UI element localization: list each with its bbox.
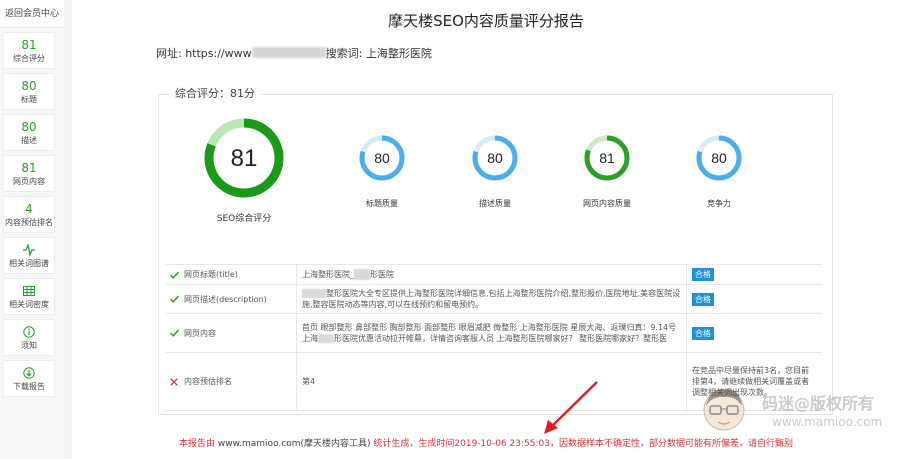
sidebar-item-page-content[interactable]: 81 网页内容 (3, 155, 55, 192)
sidebar-item-label: 网页内容 (13, 177, 45, 186)
footer-site-link[interactable]: www.mamioo.com(摩天楼内容工具) (218, 439, 371, 449)
sidebar-item-label: 内容预估排名 (5, 218, 53, 227)
overall-score-gauge: 81 (200, 114, 288, 202)
sidebar-item-keyword-density[interactable]: 相关词密度 (3, 278, 55, 315)
watermark-avatar (703, 388, 745, 431)
footer-prefix: 本报告由 (179, 439, 218, 449)
row-value: 上海整形医院_整形形医院 (297, 265, 687, 284)
sub-score-label: 描述质量 (479, 199, 511, 208)
sub-score-gauge: 81 (583, 134, 631, 182)
url-redacted (251, 47, 326, 58)
table-row: 网页描述(description) 上海整整形医院大全专区提供上海整形医院详细信… (166, 285, 822, 314)
sidebar-item-keyword-graph[interactable]: 相关词图谱 (3, 237, 55, 274)
report-main: 摩天楼SEO内容质量评分报告 网址: https://www 搜索词: 上海整形医… (72, 0, 900, 459)
back-to-member-center-link[interactable]: 返回会员中心 (0, 0, 64, 28)
sub-score-ring: 80 (359, 135, 405, 181)
sub-score-label: 标题质量 (366, 199, 398, 208)
table-row: 网页标题(title) 上海整形医院_整形形医院 合格 (166, 265, 822, 285)
sidebar-item-label: 相关词图谱 (9, 259, 49, 268)
score-panel-title: 综合评分：81分 (169, 85, 261, 101)
overall-score-value: 81 (231, 145, 258, 172)
redacted-text: 整形 (354, 269, 370, 280)
sub-score-value: 81 (599, 150, 615, 166)
row-name: 内容预估排名 (180, 353, 297, 410)
sidebar: 返回会员中心 81 综合评分 80 标题 80 描述 81 网页内容 4 内容预… (0, 0, 64, 459)
red-arrow-annotation (544, 381, 598, 434)
redacted-text: 整形 (318, 334, 334, 343)
sidebar-item-score: 81 (21, 161, 37, 175)
overall-score-label: SEO综合评分 (216, 214, 272, 224)
check-icon (166, 285, 180, 313)
sidebar-item-label: 须知 (21, 341, 37, 350)
sidebar-item-label: 综合评分 (13, 54, 45, 63)
sub-score-value: 80 (374, 150, 390, 166)
check-icon (166, 265, 180, 284)
footer-suffix: 统计生成，生成时间2019-10-06 23:55:03，因数据样本不确定性，部… (370, 439, 793, 449)
overall-score-ring: 81 (204, 118, 284, 198)
redacted-text: 上海整 (302, 289, 326, 298)
check-icon (166, 314, 180, 352)
row-name: 网页内容 (180, 314, 297, 352)
table-row: 网页内容 首页 眼部整形 鼻部整形 胸部整形 面部整形 眼眉减肥 微整形 上海整… (166, 314, 822, 353)
url-label: 网址: https://www (156, 47, 252, 60)
row-value-text: 整形医院大全专区提供上海整形医院详细信息,包括上海整形医院介绍,整形报价,医院地… (302, 289, 681, 309)
sidebar-item-label: 标题 (21, 95, 37, 104)
row-value: 首页 眼部整形 鼻部整形 胸部整形 面部整形 眼眉减肥 微整形 上海整形医院 星… (297, 314, 687, 352)
watermark-url: www.mamioo.com (772, 415, 883, 429)
status-badge: 合格 (692, 292, 714, 306)
sidebar-item-label: 下载报告 (13, 382, 45, 391)
sidebar-item-ranking[interactable]: 4 内容预估排名 (3, 196, 55, 233)
row-name: 网页描述(description) (180, 285, 297, 313)
sub-score-value: 80 (711, 150, 727, 166)
row-value: 第4 (297, 353, 687, 410)
sub-score-value: 80 (487, 150, 503, 166)
row-value: 上海整整形医院大全专区提供上海整形医院详细信息,包括上海整形医院介绍,整形报价,… (297, 285, 687, 313)
info-icon (4, 324, 54, 340)
sidebar-item-title[interactable]: 80 标题 (3, 73, 55, 110)
close-icon (166, 353, 180, 410)
search-keyword: 搜索词: 上海整形医院 (325, 47, 432, 60)
sub-score-label: 竞争力 (707, 199, 731, 208)
sub-score-gauge: 80 (358, 134, 406, 182)
download-icon (4, 365, 54, 381)
pulse-icon (4, 242, 54, 258)
table-icon (4, 283, 54, 299)
sub-score-ring: 81 (584, 135, 630, 181)
page-title: 摩天楼SEO内容质量评分报告 (388, 12, 584, 30)
sidebar-item-score: 80 (21, 120, 37, 134)
sidebar-item-overall-score[interactable]: 81 综合评分 (3, 32, 55, 69)
row-result: 合格 (687, 265, 822, 284)
sidebar-item-score: 81 (21, 38, 37, 52)
report-url-line: 网址: https://www 搜索词: 上海整形医院 (156, 45, 432, 61)
sidebar-item-description[interactable]: 80 描述 (3, 114, 55, 151)
status-badge: 合格 (692, 326, 714, 340)
status-badge: 合格 (692, 268, 714, 281)
sidebar-item-score: 80 (21, 79, 37, 93)
report-footer: 本报告由 www.mamioo.com(摩天楼内容工具) 统计生成，生成时间20… (72, 436, 900, 449)
sidebar-item-score: 4 (25, 202, 33, 216)
sub-score-ring: 80 (472, 135, 518, 181)
row-value-text: 上海整形医院_ (302, 270, 354, 279)
row-value-text: 形医院 (370, 270, 394, 279)
sub-score-ring: 80 (696, 135, 742, 181)
sidebar-item-notice[interactable]: 须知 (3, 319, 55, 356)
watermark-text: 码迷@版权所有 (762, 394, 875, 413)
row-name: 网页标题(title) (180, 265, 297, 284)
sidebar-item-label: 相关词密度 (9, 300, 49, 309)
sub-score-gauge: 80 (695, 134, 743, 182)
sub-score-label: 网页内容质量 (583, 199, 631, 208)
row-value-text: 形医院优惠活动拉开帷幕，详情咨询客服人员 上海整形医院哪家好？ 整形医院哪家好？… (334, 334, 668, 343)
row-result: 合格 (687, 314, 822, 352)
sidebar-item-label: 描述 (21, 136, 37, 145)
sub-score-gauge: 80 (471, 134, 519, 182)
row-result: 合格 (687, 285, 822, 313)
sidebar-item-download[interactable]: 下载报告 (3, 360, 55, 397)
